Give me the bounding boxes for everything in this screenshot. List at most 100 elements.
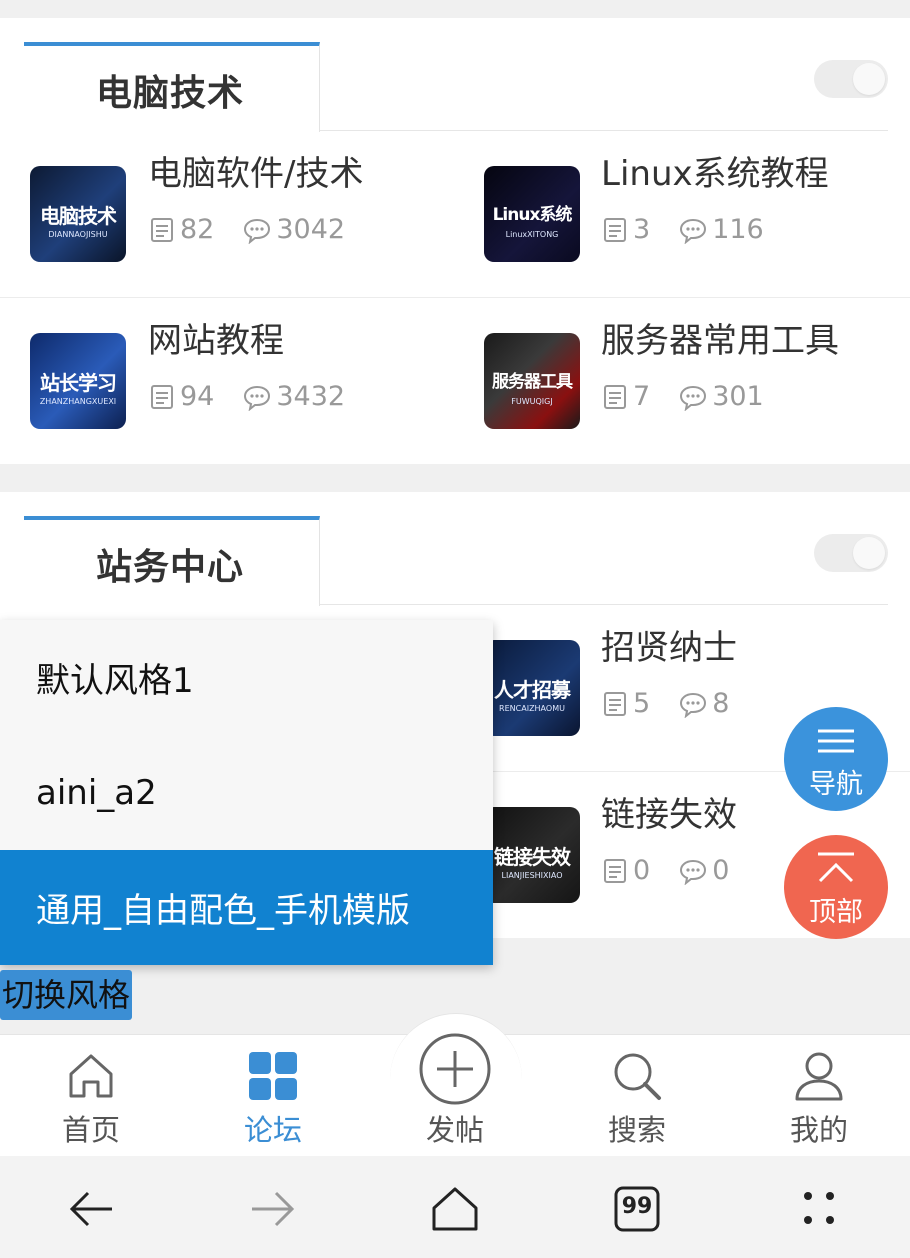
post-count-value: 3432: [276, 381, 346, 412]
category-header: 电脑技术: [0, 18, 910, 132]
style-option-default[interactable]: 默认风格1: [0, 620, 493, 735]
home-icon: [69, 1054, 113, 1098]
forum-thumbnail: 电脑技术 DIANNAOJISHU: [30, 166, 126, 262]
search-icon: [614, 1053, 661, 1100]
arrow-up-icon: [818, 852, 854, 883]
forum-row: 站长学习 ZHANZHANGXUEXI 网站教程 94 3432 服务器工具 F…: [0, 299, 910, 465]
thread-count-value: 94: [180, 381, 215, 412]
style-option-aini[interactable]: aini_a2: [0, 735, 493, 850]
post-count-value: 301: [712, 381, 764, 412]
forum-item[interactable]: 服务器工具 FUWUQIGJ 服务器常用工具 7 301: [455, 299, 910, 465]
thread-count-value: 82: [180, 214, 215, 245]
browser-toolbar: 99: [0, 1156, 910, 1258]
thumb-subtitle: ZHANZHANGXUEXI: [39, 397, 117, 406]
grid-icon: [249, 1052, 297, 1100]
forum-item[interactable]: 站长学习 ZHANZHANGXUEXI 网站教程 94 3432: [0, 299, 455, 465]
post-count: 3042: [242, 214, 345, 245]
forum-name[interactable]: 链接失效: [601, 787, 737, 836]
comment-icon: [244, 385, 271, 411]
post-count: 3432: [242, 381, 345, 412]
thread-count: 82: [148, 214, 214, 245]
tabs-button[interactable]: 99: [612, 1186, 662, 1232]
thumb-title: 站长学习: [40, 371, 117, 395]
nav-label: 首页: [61, 1113, 120, 1147]
switch-style-button[interactable]: 切换风格: [0, 970, 133, 1020]
comment-icon: [244, 218, 271, 244]
post-count: 301: [678, 381, 764, 412]
post-count-value: 8: [712, 688, 730, 719]
thumb-subtitle: LinuxXITONG: [505, 230, 559, 239]
thread-count: 5: [601, 688, 650, 719]
post-count: 0: [678, 855, 729, 886]
browser-home-button[interactable]: [430, 1186, 480, 1232]
thread-count: 94: [148, 381, 214, 412]
thumb-subtitle: DIANNAOJISHU: [48, 230, 108, 239]
forum-name[interactable]: 招贤纳士: [601, 620, 737, 669]
nav-item-new-post[interactable]: 发帖: [364, 1033, 546, 1157]
post-count-value: 116: [712, 214, 764, 245]
forum-thumbnail: 服务器工具 FUWUQIGJ: [484, 333, 580, 429]
back-button[interactable]: [66, 1186, 116, 1232]
comment-icon: [680, 692, 707, 718]
thread-count-value: 0: [633, 855, 651, 886]
post-count-value: 3042: [276, 214, 346, 245]
nav-label: 发帖: [425, 1113, 484, 1147]
forum-thumbnail: Linux系统 LinuxXITONG: [484, 166, 580, 262]
forum-name[interactable]: 网站教程: [148, 313, 284, 362]
nav-item-forum[interactable]: 论坛: [182, 1035, 364, 1157]
thumb-subtitle: LIANJIESHIXIAO: [501, 871, 563, 880]
forum-thumbnail: 链接失效 LIANJIESHIXIAO: [484, 807, 580, 903]
forum-name[interactable]: 电脑软件/技术: [148, 146, 363, 195]
divider: [320, 604, 888, 605]
more-button[interactable]: [794, 1186, 844, 1232]
collapse-toggle[interactable]: [814, 534, 888, 572]
category-title: 站务中心: [96, 547, 245, 588]
category-title: 电脑技术: [96, 73, 245, 114]
post-count: 8: [678, 688, 729, 719]
plus-circle-icon: [419, 1033, 491, 1105]
thread-count-value: 7: [633, 381, 651, 412]
forward-button[interactable]: [248, 1186, 298, 1232]
thumb-subtitle: FUWUQIGJ: [511, 397, 553, 406]
style-option-universal[interactable]: 通用_自由配色_手机模版: [0, 850, 493, 965]
forum-item[interactable]: Linux系统 LinuxXITONG Linux系统教程 3 116: [455, 132, 910, 298]
thread-count-value: 3: [633, 214, 651, 245]
forum-stats: 82 3042: [148, 214, 345, 245]
thread-count: 0: [601, 855, 650, 886]
forum-thumbnail: 站长学习 ZHANZHANGXUEXI: [30, 333, 126, 429]
document-icon: [604, 691, 626, 716]
forum-category-computer: 电脑技术 电脑技术 DIANNAOJISHU 电脑软件/技术 82 3042 L…: [0, 18, 910, 464]
forum-name[interactable]: Linux系统教程: [601, 146, 829, 195]
home-icon: [432, 1187, 478, 1231]
forum-stats: 5 8: [601, 688, 729, 719]
comment-icon: [680, 385, 707, 411]
document-icon: [604, 384, 626, 409]
back-to-top-fab[interactable]: 顶部: [784, 835, 888, 939]
forum-stats: 0 0: [601, 855, 729, 886]
nav-item-home[interactable]: 首页: [0, 1035, 182, 1157]
nav-item-search[interactable]: 搜索: [546, 1035, 728, 1157]
nav-label: 我的: [789, 1113, 848, 1147]
document-icon: [604, 217, 626, 242]
forum-name[interactable]: 服务器常用工具: [601, 313, 839, 362]
category-tab[interactable]: 站务中心: [24, 516, 320, 606]
thumb-title: 服务器工具: [492, 372, 573, 392]
thumb-title: 电脑技术: [40, 204, 117, 228]
nav-label: 论坛: [243, 1113, 302, 1147]
collapse-toggle[interactable]: [814, 60, 888, 98]
thumb-title: Linux系统: [492, 205, 573, 225]
navigation-fab[interactable]: 导航: [784, 707, 888, 811]
thread-count-value: 5: [633, 688, 651, 719]
divider: [320, 130, 888, 131]
category-tab[interactable]: 电脑技术: [24, 42, 320, 132]
tab-count: 99: [621, 1194, 653, 1219]
comment-icon: [680, 859, 707, 885]
post-count-value: 0: [712, 855, 730, 886]
document-icon: [151, 384, 173, 409]
back-arrow-icon: [69, 1191, 112, 1227]
user-icon: [795, 1052, 843, 1101]
nav-item-profile[interactable]: 我的: [728, 1035, 910, 1157]
forum-item[interactable]: 电脑技术 DIANNAOJISHU 电脑软件/技术 82 3042: [0, 132, 455, 298]
forum-thumbnail: 人才招募 RENCAIZHAOMU: [484, 640, 580, 736]
comment-icon: [680, 218, 707, 244]
